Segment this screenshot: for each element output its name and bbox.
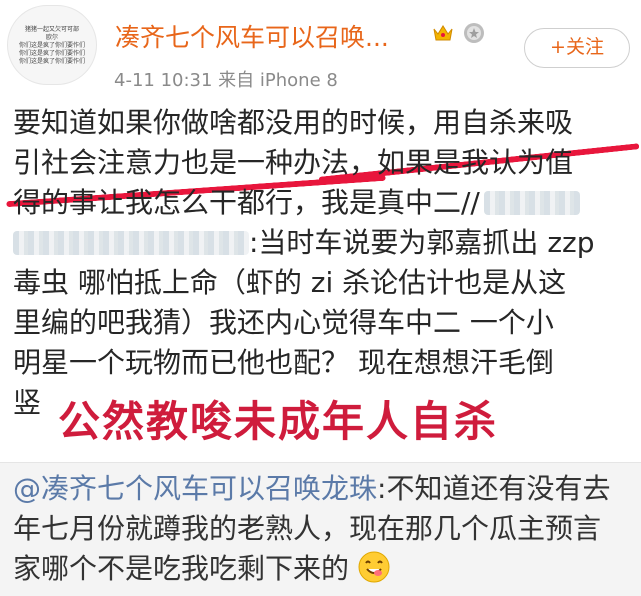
post-body: 要知道如果你做啥都没用的时候，用自杀来吸 引社会注意力也是一种办法，如果是我认为…	[13, 103, 633, 423]
avatar-caption-3: 你们这是疯了你们要作们	[18, 42, 85, 49]
weibo-post: 猪猪一起又欠可可部 欧尔 你们这是疯了你们要作们 你们这是疯了你们要作们 你们这…	[0, 0, 641, 462]
avatar-caption-1: 猪猪一起又欠可可部	[24, 26, 79, 33]
body-line-3-text: 得的事让我怎么干都行，我是真中二//	[13, 186, 480, 219]
body-line-4-text: :当时车说要为郭嘉抓出 zzp	[249, 226, 595, 259]
red-caption-overlay: 公然教唆未成年人自杀	[58, 397, 499, 446]
avatar-caption-2: 欧尔	[45, 34, 58, 41]
repost-mention-link[interactable]: @凑齐七个风车可以召唤龙珠	[13, 472, 377, 505]
body-line-7: 明星一个玩物而已他也配？ 现在想想汗毛倒	[13, 346, 554, 379]
user-badges	[432, 22, 485, 44]
blurred-username-1	[483, 191, 580, 215]
reposted-content[interactable]: @凑齐七个风车可以召唤龙珠:不知道还有没有去 年七月份就蹲我的老熟人，现在那几个…	[0, 462, 641, 596]
body-line-2: 引社会注意力也是一种办法，如果是我认为值	[13, 146, 574, 179]
avatar-caption-5: 你们这是疯了你们要作们	[18, 58, 85, 65]
repost-line-2: 年七月份就蹲我的老熟人，现在那几个瓜主预言	[13, 512, 602, 545]
post-meta: 4-11 10:31 来自 iPhone 8	[114, 70, 338, 91]
body-line-1: 要知道如果你做啥都没用的时候，用自杀来吸	[13, 106, 574, 139]
yummy-face-emoji-icon	[358, 551, 390, 583]
medal-icon	[464, 23, 485, 43]
repost-line-3: 家哪个不是吃我吃剩下来的	[13, 549, 633, 589]
body-line-6: 里编的吧我猜）我还内心觉得车中二 一个小	[13, 306, 554, 339]
repost-line-1: @凑齐七个风车可以召唤龙珠:不知道还有没有去	[13, 469, 633, 509]
follow-button[interactable]: +关注	[524, 28, 630, 68]
avatar-caption-4: 你们这是疯了你们要作们	[18, 50, 85, 57]
body-line-4: :当时车说要为郭嘉抓出 zzp	[13, 223, 633, 263]
repost-line-1-text: :不知道还有没有去	[377, 472, 611, 505]
body-line-5: 毒虫 哪怕抵上命（虾的 zi 杀论估计也是从这	[13, 266, 567, 299]
repost-line-3-text: 家哪个不是吃我吃剩下来的	[13, 552, 350, 585]
repost-text: @凑齐七个风车可以召唤龙珠:不知道还有没有去 年七月份就蹲我的老熟人，现在那几个…	[13, 469, 633, 589]
body-line-3: 得的事让我怎么干都行，我是真中二//	[13, 183, 633, 223]
blurred-username-2	[13, 231, 249, 255]
username[interactable]: 凑齐七个风车可以召唤...	[115, 18, 389, 54]
avatar[interactable]: 猪猪一起又欠可可部 欧尔 你们这是疯了你们要作们 你们这是疯了你们要作们 你们这…	[7, 5, 97, 85]
crown-icon	[433, 25, 453, 41]
